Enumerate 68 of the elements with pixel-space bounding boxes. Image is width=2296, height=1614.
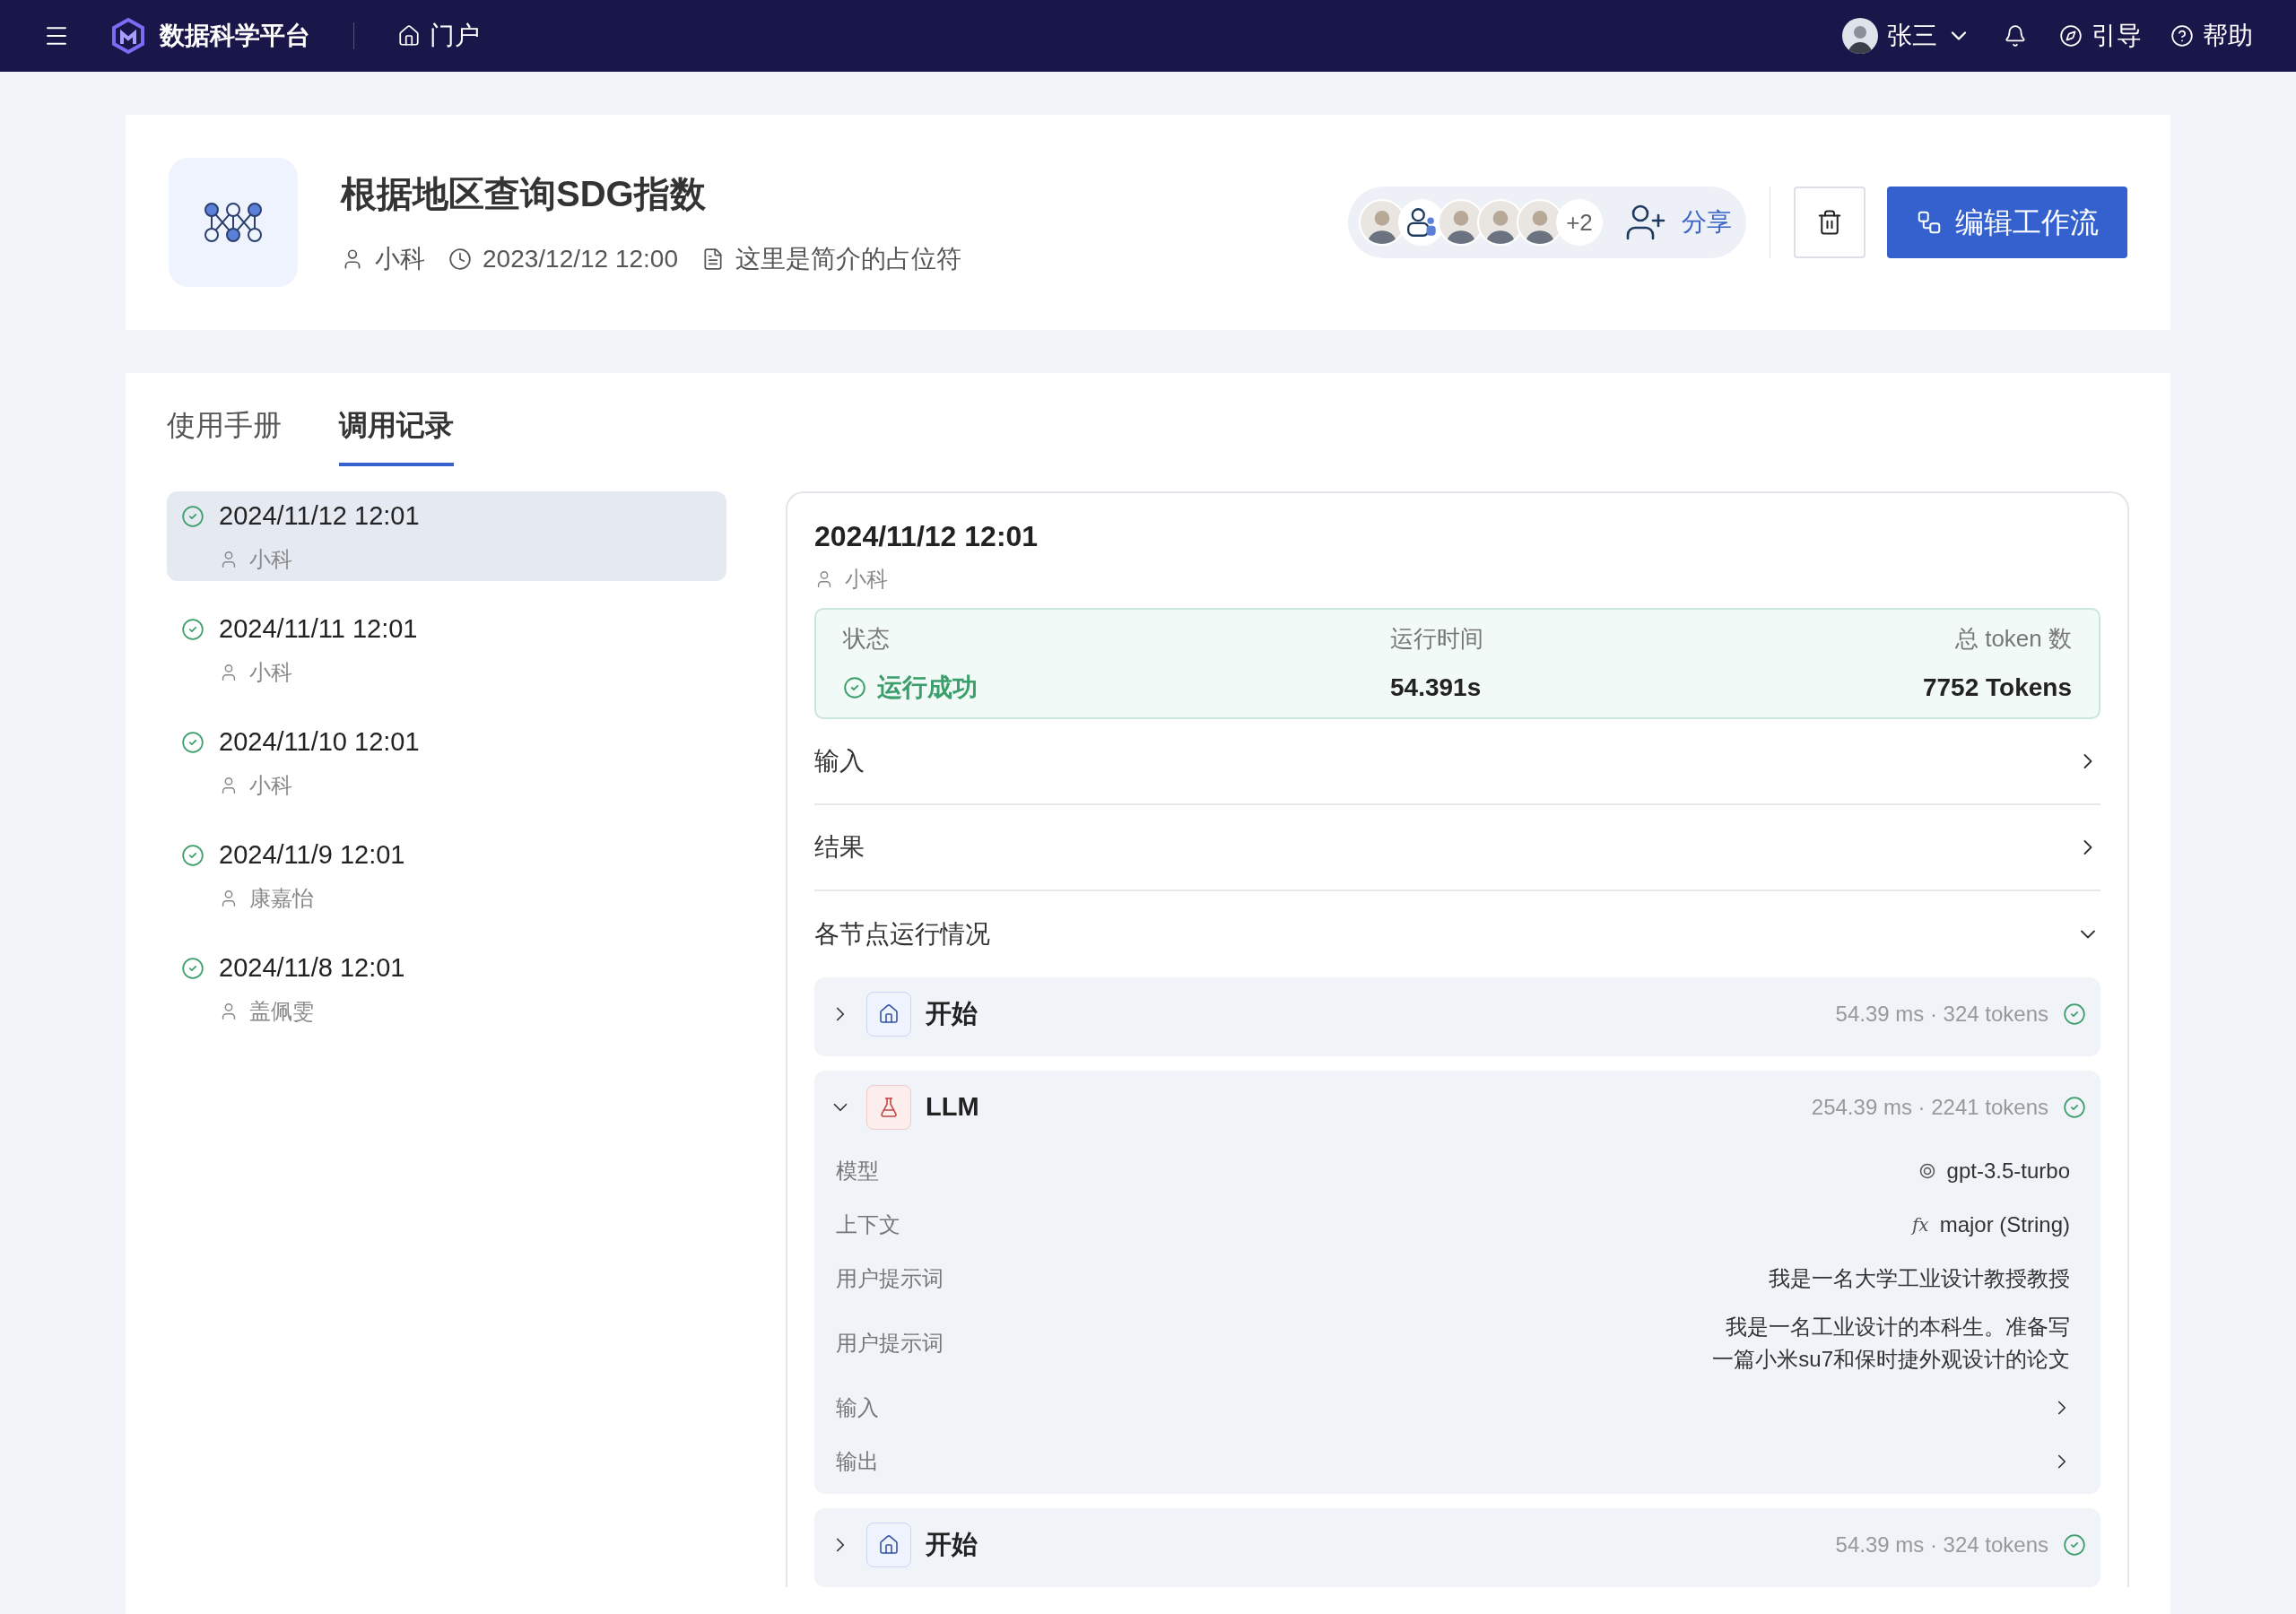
field-value: 我是一名大学工业设计教授教授 bbox=[1769, 1265, 2070, 1292]
help-button[interactable]: 帮助 bbox=[2170, 17, 2253, 55]
author: 小科 bbox=[375, 244, 425, 274]
check-circle-icon bbox=[2063, 1533, 2086, 1557]
status-label: 状态 bbox=[843, 623, 891, 654]
portal-link[interactable]: 门户 bbox=[397, 17, 480, 55]
duration-label: 运行时间 bbox=[1390, 623, 1483, 654]
detail-user: 小科 bbox=[845, 566, 888, 593]
edit-workflow-button[interactable]: 编辑工作流 bbox=[1887, 187, 2127, 258]
model-icon bbox=[1918, 1162, 1936, 1180]
delete-button[interactable] bbox=[1794, 187, 1866, 258]
field-label: 输入 bbox=[836, 1394, 879, 1421]
section-header[interactable]: 输入 bbox=[814, 719, 2100, 805]
share-button[interactable]: 分享 bbox=[1624, 201, 1732, 244]
home-icon bbox=[397, 24, 421, 48]
workflow-icon bbox=[1916, 209, 1943, 236]
check-circle-icon bbox=[181, 618, 204, 641]
logo-icon bbox=[109, 17, 147, 55]
field-value: gpt-3.5-turbo bbox=[1946, 1158, 2070, 1184]
field-label: 输出 bbox=[836, 1448, 879, 1475]
workflow-icon bbox=[169, 158, 298, 287]
app-name: 数据科学平台 bbox=[160, 21, 310, 51]
field-label: 用户提示词 bbox=[836, 1265, 944, 1292]
tokens-value: 7752 Tokens bbox=[1922, 672, 2072, 703]
notification-button[interactable] bbox=[2004, 24, 2027, 48]
guide-button[interactable]: 引导 bbox=[2059, 17, 2142, 55]
field-value: 我是一名工业设计的本科生。准备写 一篇小米su7和保时捷外观设计的论文 bbox=[1712, 1314, 2070, 1373]
section-header[interactable]: 各节点运行情况 bbox=[814, 891, 2100, 977]
node-name: 开始 bbox=[926, 998, 978, 1030]
tab[interactable]: 使用手册 bbox=[167, 404, 282, 466]
user-menu[interactable]: 张三 bbox=[1842, 17, 1971, 55]
node-stats: 54.39 ms · 324 tokens bbox=[1835, 1001, 2048, 1028]
check-circle-icon bbox=[181, 957, 204, 980]
node-stats: 54.39 ms · 324 tokens bbox=[1835, 1532, 2048, 1558]
check-circle-icon bbox=[843, 675, 866, 699]
section-header[interactable]: 结果 bbox=[814, 805, 2100, 891]
tokens-label: 总 token 数 bbox=[1954, 623, 2072, 654]
home-icon bbox=[866, 1523, 911, 1567]
trash-icon bbox=[1816, 209, 1843, 236]
node-stats: 254.39 ms · 2241 tokens bbox=[1811, 1094, 2048, 1121]
workflow-title: 根据地区查询SDG指数 bbox=[341, 173, 707, 215]
help-icon bbox=[2170, 24, 2194, 48]
field-label: 上下文 bbox=[836, 1211, 900, 1238]
document-icon bbox=[701, 247, 725, 271]
compass-icon bbox=[2059, 24, 2083, 48]
home-icon bbox=[866, 992, 911, 1037]
tab[interactable]: 调用记录 bbox=[339, 404, 454, 466]
duration-value: 54.391s bbox=[1390, 672, 1483, 703]
flask-icon bbox=[866, 1085, 911, 1130]
record-item[interactable]: 2024/11/12 12:01 小科 bbox=[167, 491, 726, 581]
check-circle-icon bbox=[181, 844, 204, 867]
field-value: major (String) bbox=[1939, 1211, 2070, 1238]
status-value: 运行成功 bbox=[877, 672, 978, 703]
avatar bbox=[1842, 18, 1878, 54]
more-count: +2 bbox=[1556, 199, 1603, 246]
check-circle-icon bbox=[2063, 1002, 2086, 1026]
formula-prefix: fx bbox=[1911, 1213, 1929, 1237]
check-circle-icon bbox=[181, 505, 204, 528]
field-label: 用户提示词 bbox=[836, 1330, 944, 1357]
clock-icon bbox=[448, 247, 472, 271]
check-circle-icon bbox=[181, 731, 204, 754]
created-time: 2023/12/12 12:00 bbox=[483, 244, 678, 274]
detail-time: 2024/11/12 12:01 bbox=[814, 519, 1039, 554]
field-label: 模型 bbox=[836, 1158, 879, 1184]
node-name: LLM bbox=[926, 1091, 979, 1124]
description: 这里是简介的占位符 bbox=[735, 244, 961, 274]
check-circle-icon bbox=[2063, 1096, 2086, 1119]
node-name: 开始 bbox=[926, 1529, 978, 1561]
